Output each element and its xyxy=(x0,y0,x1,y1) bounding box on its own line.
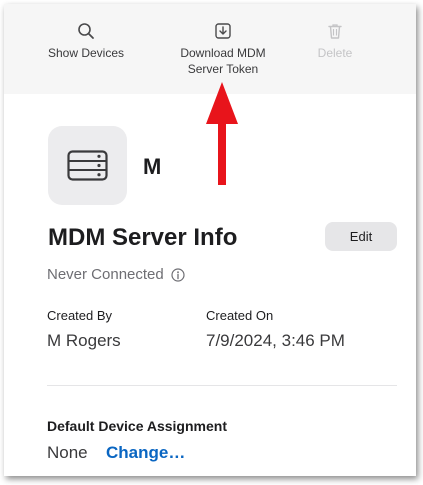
toolbar: Show Devices Download MDM Server Token D… xyxy=(4,4,416,94)
created-on-label: Created On xyxy=(206,308,274,323)
edit-button[interactable]: Edit xyxy=(325,222,397,251)
show-devices-button[interactable]: Show Devices xyxy=(44,22,128,61)
connection-status: Never Connected xyxy=(47,266,185,283)
info-icon[interactable] xyxy=(171,267,185,282)
change-assignment-link[interactable]: Change… xyxy=(106,443,185,463)
divider xyxy=(47,385,397,386)
red-arrow-annotation xyxy=(206,82,238,185)
search-icon xyxy=(78,23,94,39)
default-device-assignment-label: Default Device Assignment xyxy=(47,418,227,434)
download-icon xyxy=(215,23,231,39)
delete-label: Delete xyxy=(317,46,353,60)
download-mdm-server-token-button[interactable]: Download MDM Server Token xyxy=(168,22,278,77)
server-icon-tile xyxy=(48,126,127,205)
created-by-label: Created By xyxy=(47,308,113,323)
delete-button[interactable]: Delete xyxy=(308,22,362,61)
download-token-label-line2: Server Token xyxy=(187,62,259,76)
trash-icon xyxy=(328,24,342,39)
mdm-server-panel: Show Devices Download MDM Server Token D… xyxy=(4,4,416,476)
created-by-value: M Rogers xyxy=(47,331,121,350)
section-title: MDM Server Info xyxy=(48,224,238,251)
status-text: Never Connected xyxy=(47,266,164,283)
default-device-assignment-value: None xyxy=(47,443,88,462)
server-icon xyxy=(67,150,108,181)
download-token-label-line1: Download MDM xyxy=(180,46,266,60)
server-name: M xyxy=(143,154,162,179)
show-devices-label: Show Devices xyxy=(47,46,125,60)
created-on-value: 7/9/2024, 3:46 PM xyxy=(206,331,345,350)
